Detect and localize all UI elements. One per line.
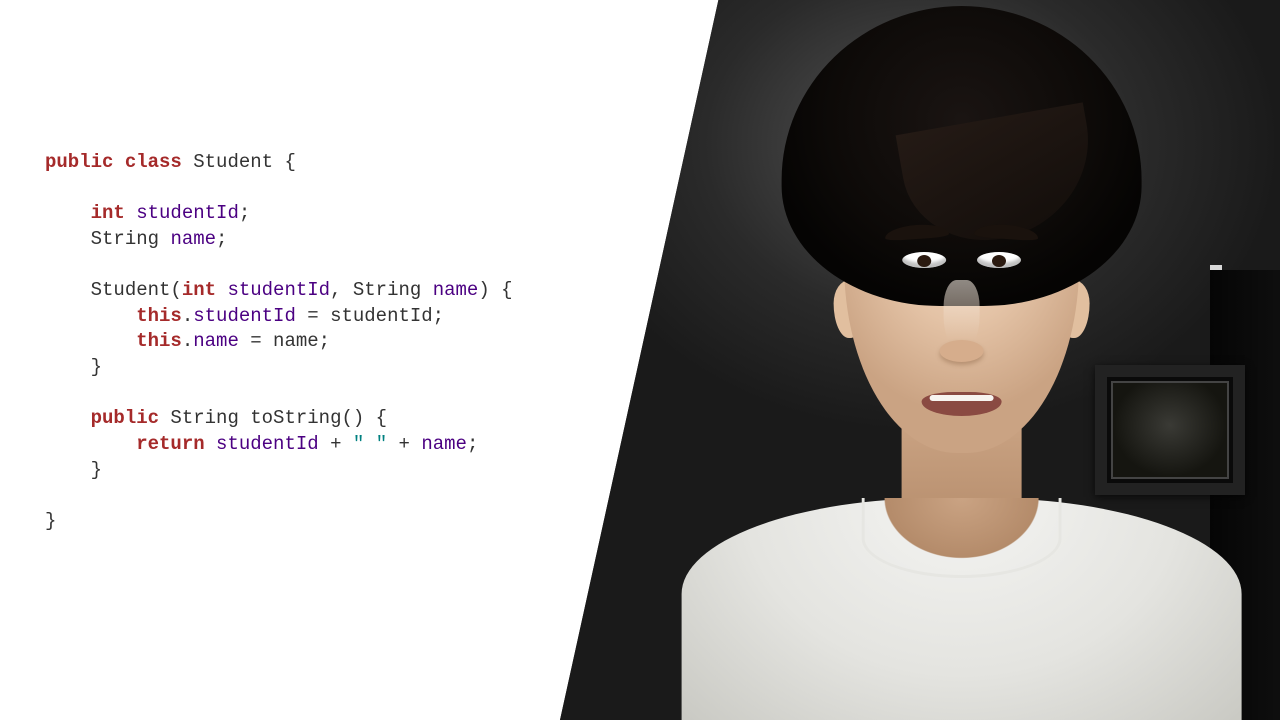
- constructor-name: Student(: [91, 279, 182, 301]
- field-name: name: [170, 228, 216, 250]
- field-studentid: studentId: [125, 202, 239, 224]
- keyword-this: this: [136, 305, 182, 327]
- java-code-block: public class Student { int studentId; St…: [45, 150, 513, 535]
- keyword-return: return: [136, 433, 204, 455]
- eye-left: [902, 252, 946, 268]
- method-tostring: toString: [250, 407, 341, 429]
- class-name: Student: [193, 151, 273, 173]
- string-literal: " ": [353, 433, 387, 455]
- presenter: [702, 0, 1222, 720]
- type-string: String: [91, 228, 171, 250]
- keyword-public: public: [45, 151, 113, 173]
- eye-right: [977, 252, 1021, 268]
- keyword-class: class: [125, 151, 182, 173]
- keyword-int: int: [91, 202, 125, 224]
